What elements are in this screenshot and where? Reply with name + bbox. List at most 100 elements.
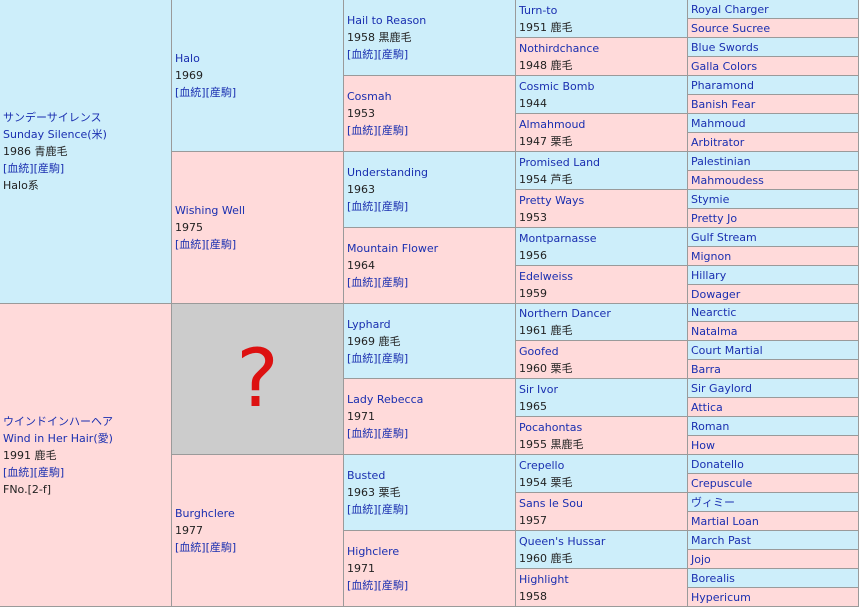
horse-cell-f9: Palestinian bbox=[688, 152, 859, 171]
horse-name-link[interactable]: Galla Colors bbox=[691, 59, 858, 74]
horse-name-link[interactable]: Highlight bbox=[519, 571, 687, 588]
horse-name-link[interactable]: サンデーサイレンス bbox=[3, 109, 171, 126]
pedigree-link[interactable]: [血統] bbox=[347, 579, 378, 592]
horse-name-link[interactable]: Promised Land bbox=[519, 154, 687, 171]
horse-name-link[interactable]: Dowager bbox=[691, 287, 858, 302]
horse-name-link[interactable]: Stymie bbox=[691, 192, 858, 207]
pedigree-link[interactable]: [血統] bbox=[175, 541, 206, 554]
pedigree-link[interactable]: [血統] bbox=[347, 503, 378, 516]
horse-cell-f1: Royal Charger bbox=[688, 0, 859, 19]
horse-name-link[interactable]: Donatello bbox=[691, 457, 858, 472]
horse-name-link[interactable]: Wishing Well bbox=[175, 202, 343, 219]
horse-name-link[interactable]: Lyphard bbox=[347, 316, 515, 333]
horse-name-link[interactable]: Nothirdchance bbox=[519, 40, 687, 57]
horse-name-link[interactable]: Mountain Flower bbox=[347, 240, 515, 257]
offspring-link[interactable]: [産駒] bbox=[378, 276, 409, 289]
offspring-link[interactable]: [産駒] bbox=[206, 86, 237, 99]
horse-links: [血統][産駒] bbox=[347, 122, 515, 139]
horse-name-link[interactable]: Goofed bbox=[519, 343, 687, 360]
horse-name-link[interactable]: Natalma bbox=[691, 324, 858, 339]
horse-name-link[interactable]: Nearctic bbox=[691, 305, 858, 320]
horse-name-link[interactable]: Crepuscule bbox=[691, 476, 858, 491]
offspring-link[interactable]: [産駒] bbox=[378, 503, 409, 516]
horse-name-link[interactable]: Sir Ivor bbox=[519, 381, 687, 398]
horse-name-link[interactable]: Cosmah bbox=[347, 88, 515, 105]
horse-name-link[interactable]: ヴィミー bbox=[691, 495, 858, 510]
pedigree-link[interactable]: [血統] bbox=[347, 200, 378, 213]
horse-name-link[interactable]: Halo bbox=[175, 50, 343, 67]
horse-name-link[interactable]: Banish Fear bbox=[691, 97, 858, 112]
pedigree-link[interactable]: [血統] bbox=[3, 162, 34, 175]
offspring-link[interactable]: [産駒] bbox=[34, 162, 65, 175]
pedigree-link[interactable]: [血統] bbox=[3, 466, 34, 479]
horse-name-link[interactable]: Queen's Hussar bbox=[519, 533, 687, 550]
horse-name-link[interactable]: Attica bbox=[691, 400, 858, 415]
horse-name-link[interactable]: Martial Loan bbox=[691, 514, 858, 529]
horse-name-link[interactable]: Borealis bbox=[691, 571, 858, 586]
horse-name-link[interactable]: Understanding bbox=[347, 164, 515, 181]
horse-year-color: 1991 鹿毛 bbox=[3, 448, 57, 462]
horse-name-link[interactable]: Hail to Reason bbox=[347, 12, 515, 29]
pedigree-link[interactable]: [血統] bbox=[347, 276, 378, 289]
horse-english-name-link[interactable]: Sunday Silence(米) bbox=[3, 126, 171, 143]
offspring-link[interactable]: [産駒] bbox=[378, 124, 409, 137]
pedigree-link[interactable]: [血統] bbox=[175, 238, 206, 251]
horse-year-color: 1977 bbox=[175, 524, 203, 537]
offspring-link[interactable]: [産駒] bbox=[206, 238, 237, 251]
horse-name-link[interactable]: Pretty Ways bbox=[519, 192, 687, 209]
horse-name-link[interactable]: Roman bbox=[691, 419, 858, 434]
offspring-link[interactable]: [産駒] bbox=[378, 200, 409, 213]
horse-name-link[interactable]: Northern Dancer bbox=[519, 305, 687, 322]
pedigree-link[interactable]: [血統] bbox=[347, 48, 378, 61]
horse-name-link[interactable]: Busted bbox=[347, 467, 515, 484]
horse-name-link[interactable]: Court Martial bbox=[691, 343, 858, 358]
horse-name-link[interactable]: Royal Charger bbox=[691, 2, 858, 17]
horse-name-link[interactable]: Jojo bbox=[691, 552, 858, 567]
horse-name-link[interactable]: Cosmic Bomb bbox=[519, 78, 687, 95]
horse-year-color: 1957 bbox=[519, 513, 547, 527]
horse-name-link[interactable]: Pharamond bbox=[691, 78, 858, 93]
horse-name-link[interactable]: How bbox=[691, 438, 858, 453]
horse-name-link[interactable]: Hillary bbox=[691, 268, 858, 283]
horse-name-link[interactable]: Lady Rebecca bbox=[347, 391, 515, 408]
horse-name-link[interactable]: Sans le Sou bbox=[519, 495, 687, 512]
horse-name-link[interactable]: Highclere bbox=[347, 543, 515, 560]
horse-name-link[interactable]: Gulf Stream bbox=[691, 230, 858, 245]
horse-cell-f8: Arbitrator bbox=[688, 133, 859, 152]
offspring-link[interactable]: [産駒] bbox=[378, 427, 409, 440]
horse-cell-f20: Barra bbox=[688, 360, 859, 379]
offspring-link[interactable]: [産駒] bbox=[378, 579, 409, 592]
horse-name-link[interactable]: Sir Gaylord bbox=[691, 381, 858, 396]
offspring-link[interactable]: [産駒] bbox=[206, 541, 237, 554]
offspring-link[interactable]: [産駒] bbox=[378, 352, 409, 365]
horse-name-link[interactable]: ウインドインハーヘア bbox=[3, 413, 171, 430]
pedigree-link[interactable]: [血統] bbox=[347, 352, 378, 365]
horse-name-link[interactable]: Pretty Jo bbox=[691, 211, 858, 226]
horse-name-link[interactable]: Arbitrator bbox=[691, 135, 858, 150]
horse-name-link[interactable]: Mahmoud bbox=[691, 116, 858, 131]
horse-name-link[interactable]: Barra bbox=[691, 362, 858, 377]
offspring-link[interactable]: [産駒] bbox=[378, 48, 409, 61]
horse-name-link[interactable]: March Past bbox=[691, 533, 858, 548]
horse-name-link[interactable]: Blue Swords bbox=[691, 40, 858, 55]
pedigree-link[interactable]: [血統] bbox=[175, 86, 206, 99]
horse-name-link[interactable]: Palestinian bbox=[691, 154, 858, 169]
horse-name-link[interactable]: Pocahontas bbox=[519, 419, 687, 436]
horse-cell-h142: Highclere 1971 [血統][産駒] bbox=[344, 531, 516, 607]
pedigree-link[interactable]: [血統] bbox=[347, 427, 378, 440]
pedigree-link[interactable]: [血統] bbox=[347, 124, 378, 137]
horse-name-link[interactable]: Hypericum bbox=[691, 590, 858, 605]
horse-name-link[interactable]: Crepello bbox=[519, 457, 687, 474]
offspring-link[interactable]: [産駒] bbox=[34, 466, 65, 479]
horse-name-link[interactable]: Montparnasse bbox=[519, 230, 687, 247]
horse-english-name-link[interactable]: Wind in Her Hair(愛) bbox=[3, 430, 171, 447]
horse-name-link[interactable]: Turn-to bbox=[519, 2, 687, 19]
horse-links: [血統][産駒] bbox=[3, 464, 171, 481]
horse-name-link[interactable]: Mignon bbox=[691, 249, 858, 264]
horse-name-link[interactable]: Edelweiss bbox=[519, 268, 687, 285]
horse-name-link[interactable]: Mahmoudess bbox=[691, 173, 858, 188]
horse-links: [血統][産駒] bbox=[347, 46, 515, 63]
horse-name-link[interactable]: Source Sucree bbox=[691, 21, 858, 36]
horse-name-link[interactable]: Burghclere bbox=[175, 505, 343, 522]
horse-name-link[interactable]: Almahmoud bbox=[519, 116, 687, 133]
